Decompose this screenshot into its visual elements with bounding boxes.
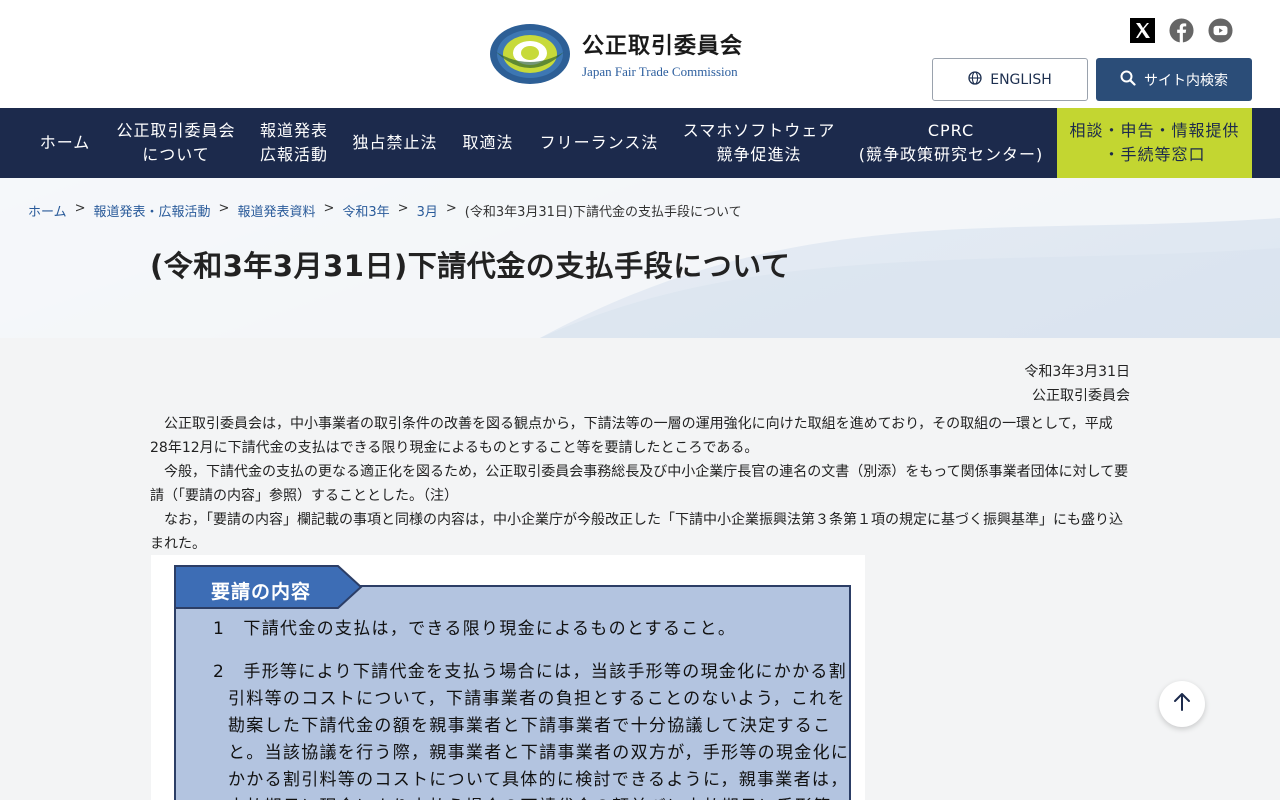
request-content-figure: 要請の内容 1 下請代金の支払は，できる限り現金によるものとすること。 2 手形… bbox=[151, 555, 865, 800]
breadcrumb-link[interactable]: ホーム bbox=[28, 201, 67, 220]
body-paragraph: 今般，下請代金の支払の更なる適正化を図るため，公正取引委員会事務総長及び中小企業… bbox=[150, 464, 1129, 504]
request-tab-label: 要請の内容 bbox=[211, 581, 312, 603]
nav-item-label: フリーランス法 bbox=[539, 133, 659, 152]
body-paragraph: 公正取引委員会は，中小事業者の取引条件の改善を図る観点から，下請法等の一層の運用… bbox=[150, 416, 1113, 456]
breadcrumb-separator: > bbox=[445, 201, 457, 216]
nav-item-smartphone[interactable]: スマホソフトウェア 競争促進法 bbox=[676, 108, 842, 178]
page-hero: ホーム > 報道発表・広報活動 > 報道発表資料 > 令和3年 > 3月 > (… bbox=[0, 178, 1280, 338]
request-line: かかる割引料等のコストについて具体的に検討できるように，親事業者は， bbox=[228, 770, 849, 790]
youtube-icon[interactable] bbox=[1208, 18, 1233, 43]
request-line: 2 手形等により下請代金を支払う場合には，当該手形等の現金化にかかる割 bbox=[213, 662, 847, 682]
nav-item-label: 独占禁止法 bbox=[352, 133, 438, 152]
arrow-up-icon bbox=[1173, 692, 1191, 716]
x-icon[interactable] bbox=[1130, 18, 1155, 43]
search-icon bbox=[1120, 70, 1136, 90]
breadcrumb-link[interactable]: 3月 bbox=[417, 201, 438, 220]
social-links bbox=[1130, 18, 1233, 43]
breadcrumb: ホーム > 報道発表・広報活動 > 報道発表資料 > 令和3年 > 3月 > (… bbox=[28, 201, 742, 220]
nav-item-label-2: 広報活動 bbox=[259, 145, 328, 164]
globe-icon bbox=[968, 70, 982, 89]
nav-item-label-2: ・手続等窓口 bbox=[1103, 145, 1206, 164]
nav-item-label: 公正取引委員会 bbox=[116, 121, 236, 140]
nav-item-about[interactable]: 公正取引委員会 について bbox=[110, 108, 242, 178]
nav-item-label: CPRC bbox=[927, 121, 975, 140]
breadcrumb-separator: > bbox=[218, 201, 230, 216]
jftc-emblem-icon bbox=[488, 22, 572, 86]
nav-item-press[interactable]: 報道発表 広報活動 bbox=[250, 108, 338, 178]
body-paragraph: なお，「要請の内容」欄記載の事項と同様の内容は，中小企業庁が今般改正した「下請中… bbox=[150, 512, 1123, 552]
request-line: 1 下請代金の支払は，できる限り現金によるものとすること。 bbox=[213, 619, 737, 639]
request-line: と。当該協議を行う際，親事業者と下請事業者の双方が，手形等の現金化に bbox=[228, 743, 850, 763]
breadcrumb-separator: > bbox=[74, 201, 86, 216]
page-title: (令和3年3月31日)下請代金の支払手段について bbox=[150, 249, 791, 283]
breadcrumb-link[interactable]: 報道発表・広報活動 bbox=[94, 201, 211, 220]
nav-item-home[interactable]: ホーム bbox=[28, 108, 102, 178]
nav-item-label-2: について bbox=[142, 145, 210, 164]
nav-item-label-2: (競争政策研究センター) bbox=[858, 145, 1044, 164]
nav-item-label: ホーム bbox=[39, 133, 91, 152]
nav-item-label-2: 競争促進法 bbox=[716, 145, 802, 164]
request-line: 引料等のコストについて，下請事業者の負担とすることのないよう，これを bbox=[228, 689, 846, 709]
breadcrumb-current: (令和3年3月31日)下請代金の支払手段について bbox=[464, 205, 742, 220]
release-issuer: 公正取引委員会 bbox=[1032, 388, 1130, 404]
nav-item-label: 相談・申告・情報提供 bbox=[1069, 121, 1240, 140]
facebook-icon[interactable] bbox=[1169, 18, 1194, 43]
breadcrumb-link[interactable]: 令和3年 bbox=[342, 201, 389, 220]
request-line: 支払期日に現金により支払う場合の下請代金の額並びに支払期日に手形等 bbox=[228, 792, 832, 800]
nav-item-cprc[interactable]: CPRC (競争政策研究センター) bbox=[852, 108, 1050, 178]
site-search-label: サイト内検索 bbox=[1144, 72, 1228, 89]
site-search-button[interactable]: サイト内検索 bbox=[1096, 58, 1252, 101]
org-name-en: Japan Fair Trade Commission bbox=[582, 64, 738, 79]
nav-item-label: スマホソフトウェア bbox=[682, 121, 836, 140]
nav-item-consultation[interactable]: 相談・申告・情報提供 ・手続等窓口 bbox=[1057, 108, 1252, 178]
back-to-top-button[interactable] bbox=[1159, 681, 1205, 727]
english-button[interactable]: ENGLISH bbox=[932, 58, 1088, 101]
release-date: 令和3年3月31日 bbox=[1024, 364, 1130, 380]
global-nav: ホーム 公正取引委員会 について 報道発表広報活動 独占禁止法 取適法 フリーラン… bbox=[0, 108, 1280, 178]
nav-item-label: 取適法 bbox=[462, 133, 514, 152]
org-name-jp: 公正取引委員会 bbox=[582, 34, 744, 59]
breadcrumb-separator: > bbox=[323, 201, 335, 216]
site-header: 公正取引委員会 Japan Fair Trade Commission ENGL… bbox=[0, 0, 1280, 108]
site-logo[interactable]: 公正取引委員会 Japan Fair Trade Commission bbox=[488, 22, 743, 86]
nav-item-freelance[interactable]: フリーランス法 bbox=[532, 108, 666, 178]
nav-item-toriteki[interactable]: 取適法 bbox=[452, 108, 524, 178]
breadcrumb-link[interactable]: 報道発表資料 bbox=[237, 201, 315, 220]
english-button-label: ENGLISH bbox=[990, 71, 1052, 88]
nav-item-label: 報道発表 bbox=[259, 121, 328, 140]
request-line: 勘案した下請代金の額を親事業者と下請事業者で十分協議して決定するこ bbox=[228, 716, 832, 736]
nav-item-antimonopoly[interactable]: 独占禁止法 bbox=[346, 108, 444, 178]
breadcrumb-separator: > bbox=[397, 201, 409, 216]
